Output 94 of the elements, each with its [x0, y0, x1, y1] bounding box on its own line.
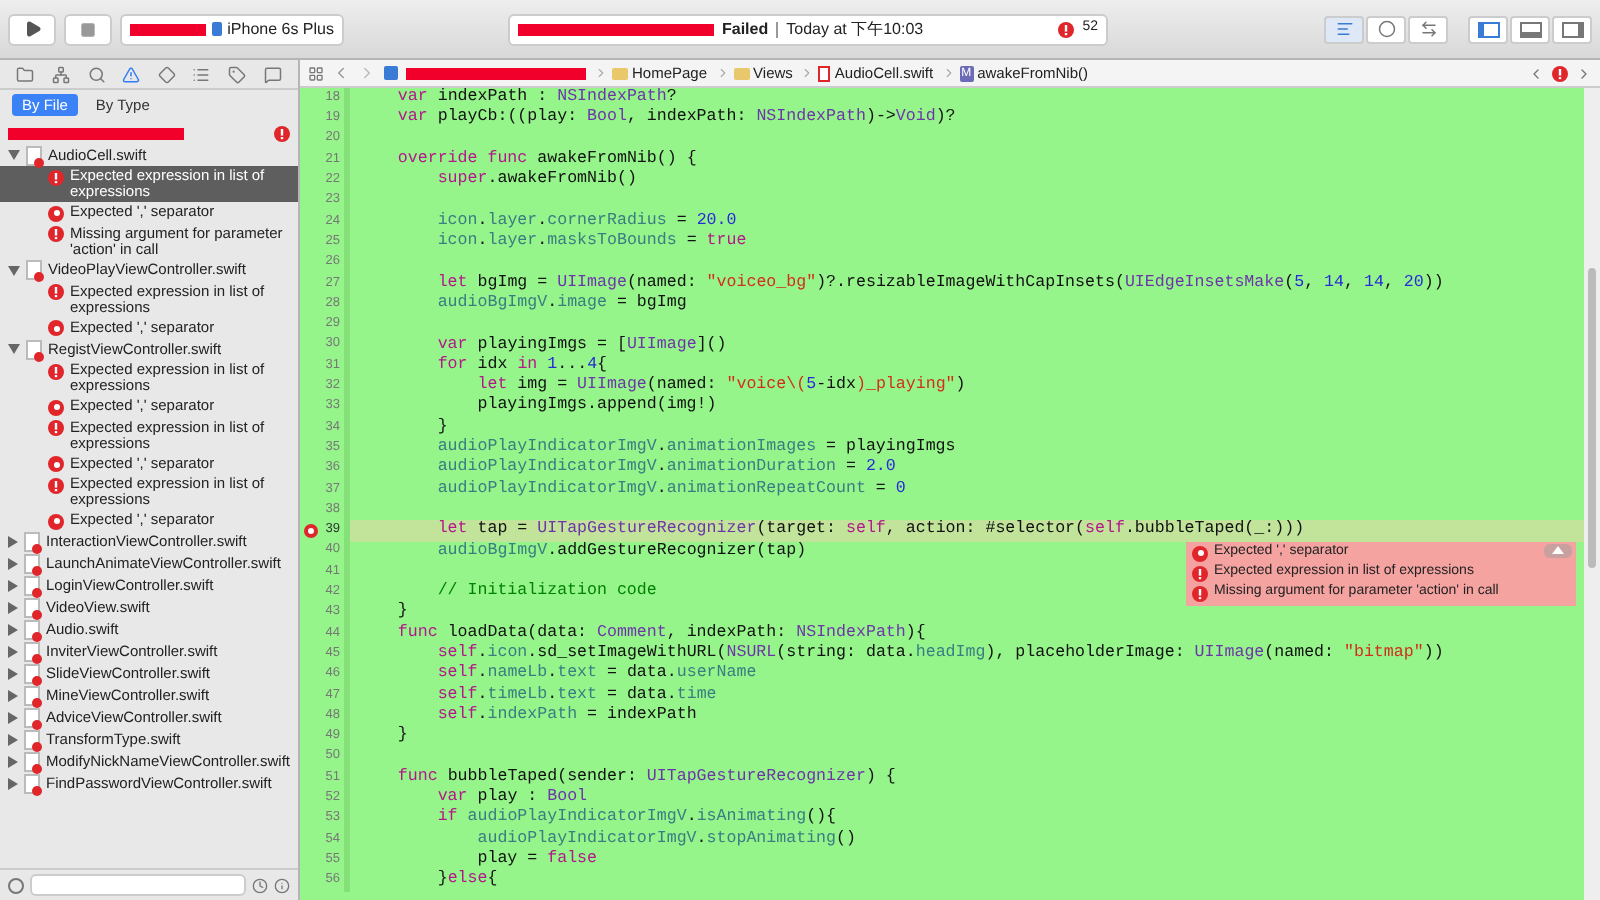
run-button[interactable] [8, 13, 56, 45]
build-time: Today at 下午10:03 [786, 17, 924, 41]
error-icon [274, 125, 290, 141]
error-icon [48, 169, 64, 185]
code-line: audioBgImgV.image = bgImg [435, 293, 687, 315]
code-line: self.timeLb.text = data.time [435, 685, 717, 706]
project-icon [384, 66, 398, 80]
code-line: }else{ [435, 870, 498, 892]
path-separator-icon [941, 66, 956, 80]
code-line: } [395, 602, 408, 624]
utilities-toggle-icon[interactable] [1552, 15, 1592, 43]
error-marker-icon[interactable] [304, 523, 318, 538]
code-line: self.nameLb.text = data.userName [435, 664, 757, 686]
tag-icon[interactable] [228, 65, 247, 83]
folder-icon [612, 67, 628, 79]
code-line: func bubbleTaped(sender: UITapGestureRecognizer) { [395, 767, 896, 788]
redaction-bar [130, 23, 206, 35]
code-line: let bgImg = UIImage(named: "voiceo_bg")?.resizableImageWithCapInsets(UIEdgeInsetsMake(5, 14, 14, 20)) [435, 273, 1444, 294]
device-name: iPhone 6s Plus [227, 17, 334, 41]
code-line: let tap = UITapGestureRecognizer(target: self, action: #selector(self.bubbleTaped(_:))) [435, 520, 1305, 542]
code-line: self.indexPath = indexPath [435, 705, 697, 727]
scrollbar[interactable] [1584, 88, 1600, 900]
scheme-selector[interactable]: iPhone 6s Plus [120, 13, 344, 45]
collapse-icon[interactable] [1544, 543, 1572, 558]
code-line: } [395, 726, 408, 747]
stop-icon [80, 21, 96, 37]
path-separator-icon [800, 66, 815, 80]
speech-bubble-icon[interactable] [263, 65, 282, 83]
folder-icon[interactable] [16, 65, 35, 83]
device-icon [211, 22, 222, 36]
swift-file-icon [26, 339, 42, 359]
code-line: } [435, 417, 448, 438]
code-line: super.awakeFromNib() [435, 170, 637, 191]
build-status: Failed [722, 17, 769, 41]
fixit-icon [48, 513, 64, 529]
code-line: icon.layer.cornerRadius = 20.0 [435, 211, 737, 232]
error-icon [48, 226, 64, 242]
error-icon [1552, 65, 1568, 81]
code-line: audioPlayIndicatorImgV.animationImages = playingImgs [435, 438, 956, 458]
swift-file-icon [26, 145, 42, 165]
code-line: // Initialization code [435, 582, 657, 603]
fixit-icon [48, 320, 64, 336]
recent-filter-icon[interactable] [252, 877, 268, 893]
code-line: audioBgImgV.addGestureRecognizer(tap) [435, 541, 807, 562]
search-icon[interactable] [87, 65, 106, 83]
code-line: let img = UIImage(named: "voice\(5-idx)_playing") [475, 376, 966, 396]
code-line: var playingImgs = [UIImage]() [435, 335, 727, 356]
path-separator-icon [594, 66, 608, 80]
error-icon [1192, 585, 1208, 602]
code-line: if audioPlayIndicatorImgV.isAnimating(){ [435, 808, 837, 830]
filter-menu-icon[interactable] [8, 877, 24, 893]
code-line: for idx in 1...4{ [435, 355, 608, 376]
filter-field[interactable] [30, 874, 246, 896]
code-line: audioPlayIndicatorImgV.animationRepeatCount = 0 [435, 479, 906, 500]
error-icon [48, 363, 64, 379]
fixit-icon [48, 456, 64, 472]
warning-icon[interactable] [122, 65, 141, 83]
code-line: func loadData(data: Comment, indexPath: NSIndexPath){ [395, 623, 926, 644]
info-filter-icon[interactable] [274, 877, 290, 893]
standard-editor-icon[interactable] [1324, 15, 1364, 43]
back-icon[interactable] [332, 64, 350, 82]
error-icon [48, 420, 64, 436]
error-icon [48, 477, 64, 493]
swift-file-icon [818, 65, 831, 81]
fixit-icon [1192, 545, 1208, 562]
version-editor-icon[interactable] [1408, 15, 1448, 43]
debug-area-toggle-icon[interactable] [1510, 15, 1550, 43]
code-line: var play : Bool [435, 788, 588, 808]
code-line: var indexPath : NSIndexPath? [395, 88, 677, 108]
diamond-icon[interactable] [157, 65, 176, 83]
code-line: play = false [475, 849, 598, 870]
code-line: override func awakeFromNib() { [395, 149, 697, 170]
assistant-editor-icon[interactable] [1366, 15, 1406, 43]
list-icon[interactable] [192, 65, 211, 83]
folder-icon [733, 67, 750, 79]
code-line: audioPlayIndicatorImgV.animationDuration = 2.0 [435, 458, 896, 480]
previous-issue-icon[interactable] [1528, 65, 1544, 81]
next-issue-icon[interactable] [1576, 65, 1592, 81]
code-line: icon.layer.masksToBounds = true [435, 232, 747, 253]
path-separator-icon [715, 66, 730, 80]
fixit-icon [48, 205, 64, 221]
code-line: audioPlayIndicatorImgV.stopAnimating() [475, 829, 856, 850]
navigator-toggle-icon[interactable] [1468, 15, 1508, 43]
fixit-icon [48, 399, 64, 415]
error-icon [1058, 21, 1075, 37]
code-line: self.icon.sd_setImageWithURL(NSURL(string: data.headImg), placeholderImage: UIImage(named: "bitmap")) [435, 644, 1444, 664]
play-icon [23, 20, 41, 38]
code-line: playingImgs.append(img!) [475, 396, 717, 418]
related-items-icon[interactable] [308, 65, 324, 81]
hierarchy-icon[interactable] [51, 65, 70, 83]
error-icon [48, 284, 64, 300]
swift-file-icon [26, 260, 42, 280]
error-icon [1192, 565, 1208, 582]
code-line: var playCb:((play: Bool, indexPath: NSIndexPath)->Void)? [395, 108, 956, 130]
